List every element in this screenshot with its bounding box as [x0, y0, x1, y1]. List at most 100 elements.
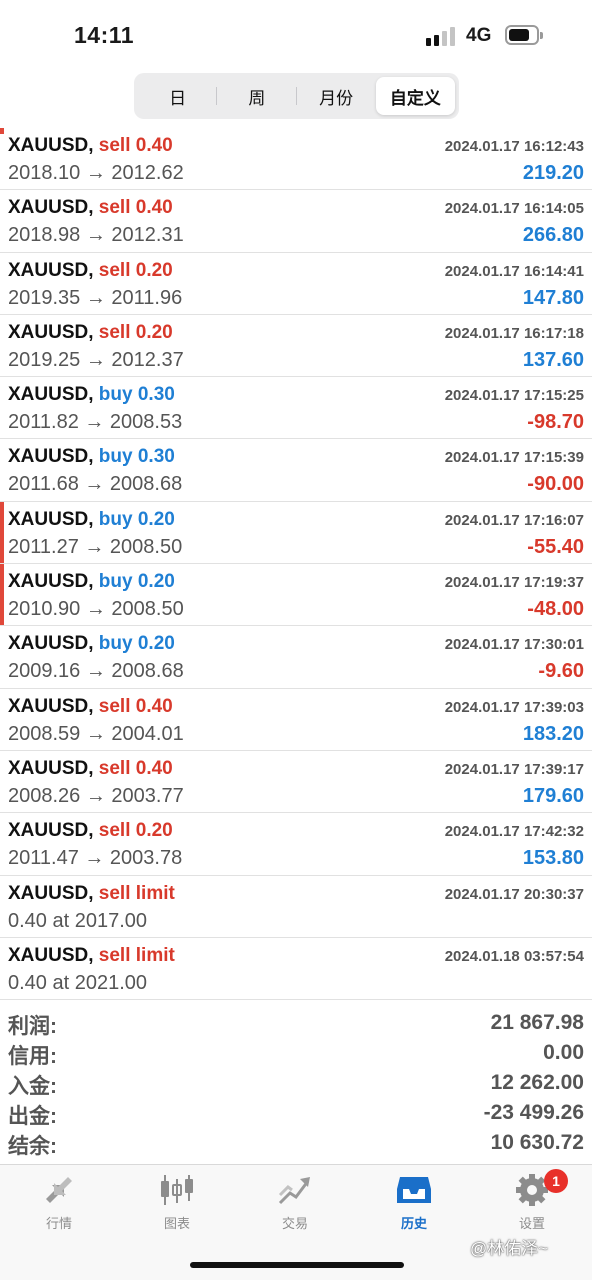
trade-row[interactable]: XAUUSD, sell 0.20 2019.25 → 2012.37 2024.0…	[0, 315, 592, 378]
tab-trade[interactable]: 交易	[245, 1173, 345, 1237]
tab-quotes-label: 行情	[45, 1216, 72, 1231]
trade-symbol: XAUUSD,	[8, 695, 94, 717]
history-icon	[397, 1177, 431, 1203]
summary-row: 出金: -23 499.26	[0, 1098, 592, 1128]
trade-side: sell limit	[98, 882, 175, 904]
trade-time: 2024.01.17 20:30:37	[444, 885, 584, 903]
trade-time: 2024.01.17 17:15:39	[444, 449, 584, 467]
summary-label: 入金:	[8, 1075, 57, 1098]
trade-prices: 2011.27 → 2008.50	[8, 535, 183, 558]
home-indicator	[190, 1262, 404, 1268]
trade-row[interactable]: XAUUSD, sell 0.20 2019.35 → 2011.96 2024.0…	[0, 253, 592, 315]
segment-day[interactable]: 日	[138, 77, 218, 115]
trade-time: 2024.01.17 17:42:32	[444, 823, 584, 841]
trade-icon	[278, 1177, 310, 1205]
summary-label: 利润:	[8, 1015, 57, 1038]
period-segmented-control: 日 周 月份 自定义	[134, 73, 459, 119]
summary-value: 12 262.00	[490, 1071, 584, 1094]
settings-notification-badge: 1	[544, 1169, 568, 1193]
trade-row[interactable]: XAUUSD, sell limit 0.40 at 2021.00 2024.01…	[0, 938, 592, 1001]
summary-value: 0.00	[543, 1041, 584, 1064]
segment-week[interactable]: 周	[217, 77, 297, 115]
trade-profit: 183.20	[522, 722, 584, 745]
trade-row[interactable]: XAUUSD, sell limit 0.40 at 2017.00 2024.01…	[0, 876, 592, 938]
trade-row[interactable]: XAUUSD, sell 0.20 2011.47 → 2003.78 2024.0…	[0, 813, 592, 876]
trade-time: 2024.01.18 03:57:54	[444, 947, 584, 965]
trade-row[interactable]: XAUUSD, buy 0.30 2011.68 → 2008.68 2024.01…	[0, 439, 592, 502]
trade-row[interactable]: XAUUSD, sell 0.40 2018.10 → 2012.62 2024.0…	[0, 128, 592, 191]
trade-row[interactable]: XAUUSD, buy 0.20 2009.16 → 2008.68 2024.01…	[0, 626, 592, 689]
tab-chart[interactable]: 图表	[127, 1173, 227, 1237]
trade-row[interactable]: XAUUSD, buy 0.20 2010.90 → 2008.50 2024.01…	[0, 564, 592, 627]
trade-time: 2024.01.17 16:14:41	[444, 262, 584, 280]
trade-title: XAUUSD, buy 0.30	[8, 384, 175, 406]
trade-row[interactable]: XAUUSD, sell 0.40 2008.26 → 2003.77 2024.0…	[0, 751, 592, 814]
status-bar: 14:11 4G	[0, 0, 592, 70]
trade-profit: 179.60	[522, 784, 584, 807]
trade-symbol: XAUUSD,	[8, 757, 94, 779]
trade-profit: 153.80	[522, 847, 584, 870]
trade-title: XAUUSD, buy 0.30	[8, 446, 175, 468]
trade-time: 2024.01.17 17:39:17	[444, 760, 584, 778]
summary-value: -23 499.26	[483, 1101, 584, 1124]
trade-title: XAUUSD, sell 0.20	[8, 820, 173, 842]
trade-symbol: XAUUSD,	[8, 197, 94, 219]
trade-time: 2024.01.17 16:14:05	[444, 200, 584, 218]
trade-row[interactable]: XAUUSD, sell 0.40 2008.59 → 2004.01 2024.0…	[0, 689, 592, 751]
battery-icon	[505, 25, 543, 45]
trade-profit: -98.70	[527, 411, 584, 434]
tab-history-label: 历史	[400, 1216, 427, 1231]
trade-title: XAUUSD, buy 0.20	[8, 509, 175, 531]
trade-side: buy 0.30	[98, 384, 175, 406]
trade-side: sell 0.20	[98, 820, 173, 842]
trade-profit: 266.80	[522, 224, 584, 247]
trade-side: buy 0.20	[98, 508, 175, 530]
trade-time: 2024.01.17 16:12:43	[444, 138, 584, 155]
trade-symbol: XAUUSD,	[8, 633, 94, 655]
tab-settings-label: 设置	[518, 1216, 545, 1231]
trade-symbol: XAUUSD,	[8, 259, 94, 281]
network-type: 4G	[466, 25, 492, 46]
trade-side: sell 0.40	[98, 135, 173, 156]
summary-row: 结余: 10 630.72	[0, 1128, 592, 1158]
status-time: 14:11	[74, 22, 135, 48]
trade-side: sell limit	[98, 944, 175, 966]
trade-symbol: XAUUSD,	[8, 820, 94, 842]
trade-profit: -55.40	[527, 535, 584, 558]
summary-value: 21 867.98	[490, 1011, 584, 1034]
segment-month[interactable]: 月份	[297, 77, 376, 115]
tab-trade-label: 交易	[281, 1216, 308, 1231]
trade-row[interactable]: XAUUSD, buy 0.30 2011.82 → 2008.53 2024.01…	[0, 377, 592, 440]
trade-prices: 2011.68 → 2008.68	[8, 473, 183, 496]
trade-profit: -48.00	[527, 598, 584, 621]
tab-history[interactable]: 历史	[364, 1173, 464, 1237]
trade-profit: 147.80	[522, 286, 584, 309]
trade-symbol: XAUUSD,	[8, 135, 94, 156]
trade-title: XAUUSD, buy 0.20	[8, 571, 175, 593]
summary-label: 结余:	[8, 1135, 57, 1158]
trade-prices: 0.40 at 2021.00	[8, 971, 148, 994]
trade-prices: 2018.10 → 2012.62	[8, 162, 184, 184]
trade-prices: 2019.25 → 2012.37	[8, 348, 184, 371]
trade-symbol: XAUUSD,	[8, 321, 94, 343]
trade-prices: 2009.16 → 2008.68	[8, 660, 184, 683]
trade-symbol: XAUUSD,	[8, 882, 94, 904]
trade-row[interactable]: XAUUSD, buy 0.20 2011.27 → 2008.50 2024.01…	[0, 501, 592, 565]
trade-prices: 2011.82 → 2008.53	[8, 411, 183, 434]
cellular-signal-icon	[426, 26, 456, 46]
trade-profit: 137.60	[522, 348, 584, 371]
trade-profit: 219.20	[522, 162, 584, 184]
tab-quotes[interactable]: 行情	[9, 1173, 109, 1237]
trade-prices: 2019.35 → 2011.96	[8, 286, 183, 309]
tab-chart-label: 图表	[163, 1216, 190, 1231]
segment-custom[interactable]: 自定义	[375, 77, 455, 115]
trade-row[interactable]: XAUUSD, sell 0.40 2018.98 → 2012.31 2024.0…	[0, 190, 592, 253]
trade-side: sell 0.40	[98, 197, 173, 219]
trade-title: XAUUSD, buy 0.20	[8, 633, 175, 655]
trade-symbol: XAUUSD,	[8, 508, 94, 530]
trade-title: XAUUSD, sell 0.40	[8, 696, 173, 718]
trade-prices: 2008.26 → 2003.77	[8, 784, 184, 807]
tab-settings[interactable]: 1 设置	[482, 1169, 582, 1237]
trade-side: sell 0.20	[98, 321, 173, 343]
trade-profit: -9.60	[538, 660, 584, 683]
